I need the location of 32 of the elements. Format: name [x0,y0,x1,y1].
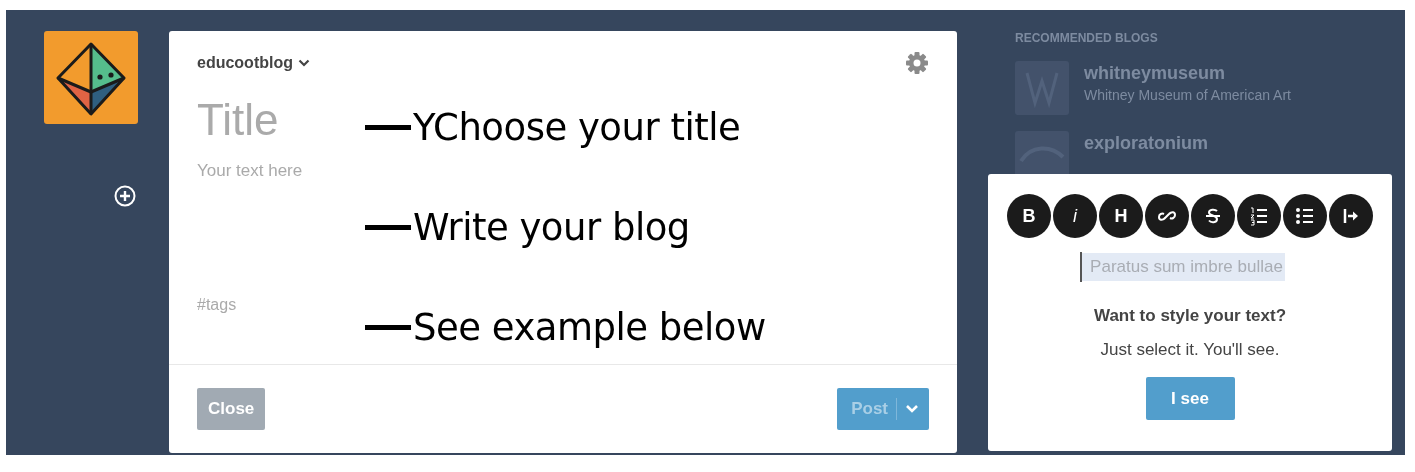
strike-button[interactable] [1191,194,1235,238]
section-heading: RECOMMENDED BLOGS [1015,31,1159,45]
strikethrough-icon [1203,206,1223,226]
i-see-button[interactable]: I see [1145,377,1235,420]
close-button[interactable]: Close [197,388,266,430]
link-button[interactable] [1145,194,1189,238]
blog-selector[interactable]: educootblog [197,54,310,72]
blog-name[interactable]: whitneymuseum [1084,63,1291,84]
tip-message: Just select it. You'll see. [1100,340,1280,360]
title-field[interactable]: Title [197,95,357,145]
ordered-list-button[interactable] [1237,194,1281,238]
blog-name[interactable]: exploratonium [1084,133,1208,154]
bullet-list-button[interactable] [1283,194,1327,238]
bullet-list-icon [1295,206,1315,226]
sample-text: Paratus sum imbre bullae [1082,253,1285,281]
tags-field[interactable]: #tags [197,296,357,314]
chevron-icon[interactable] [298,59,310,67]
annotation-text: See example below [413,306,766,349]
bold-button[interactable]: B [1007,194,1051,238]
numbered-list-icon [1249,206,1269,226]
blog-avatar-icon[interactable] [1015,131,1069,175]
logo-icon[interactable] [44,31,138,124]
text-field[interactable]: Your text here [197,161,357,181]
annotation-text: YChoose your title [413,106,741,149]
blog-description: Whitney Museum of American Art [1084,87,1291,103]
heading-button[interactable]: H [1099,194,1143,238]
settings-icon[interactable] [905,51,929,75]
more-button[interactable] [1329,194,1373,238]
tip-heading: Want to style your text? [1093,306,1287,326]
add-icon[interactable] [114,185,136,207]
annotation-text: Write your blog [413,206,690,249]
italic-button[interactable]: i [1053,194,1097,238]
